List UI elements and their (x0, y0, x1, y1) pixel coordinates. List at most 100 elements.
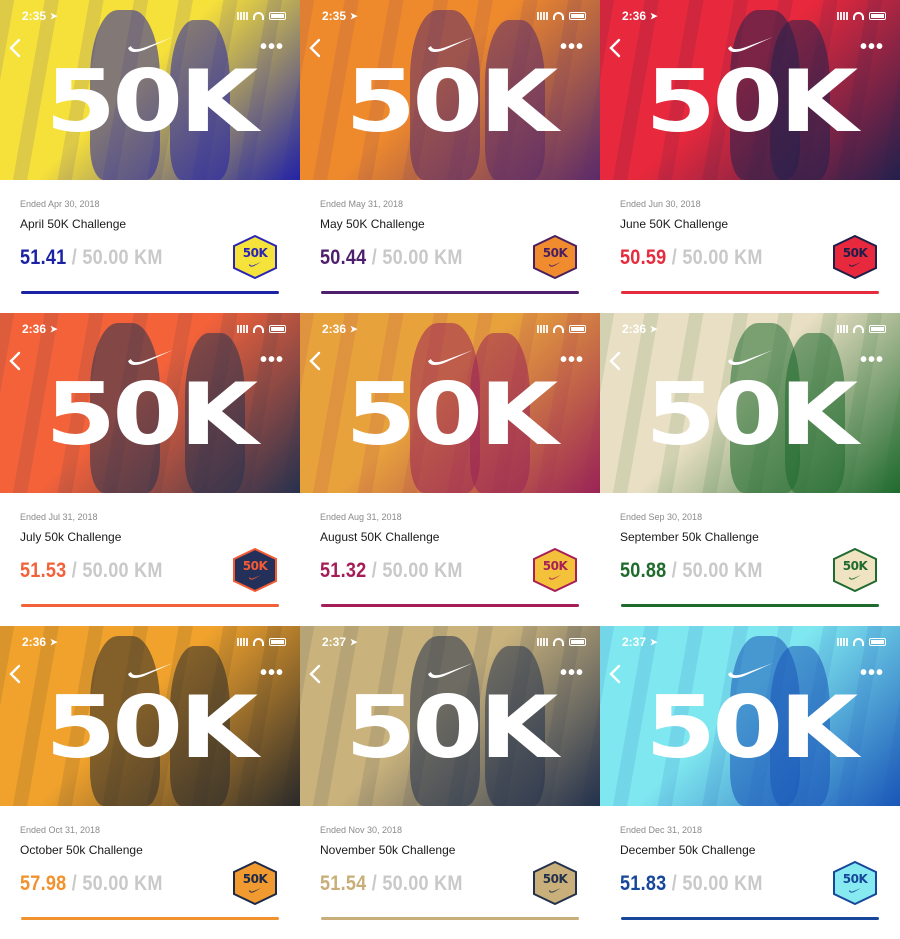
ended-date: Ended Nov 30, 2018 (320, 825, 403, 835)
challenge-card-may[interactable]: 2:35 ➤ ••• 50K Ended May 31, 2018 May 50… (300, 0, 600, 313)
badge-swoosh-icon (849, 575, 861, 580)
back-icon[interactable] (308, 350, 322, 372)
back-icon[interactable] (308, 663, 322, 685)
challenge-card-june[interactable]: 2:36 ➤ ••• 50K Ended Jun 30, 2018 June 5… (600, 0, 900, 313)
distance-goal: / 50.00 KM (366, 559, 463, 582)
distance-readout: 51.41 / 50.00 KM (20, 246, 163, 270)
status-time: 2:36 (622, 322, 647, 336)
challenge-card-october[interactable]: 2:36 ➤ ••• 50K Ended Oct 31, 2018 Octobe… (0, 626, 300, 939)
back-icon[interactable] (608, 663, 622, 685)
challenge-title: October 50k Challenge (20, 843, 143, 857)
more-options-icon[interactable]: ••• (560, 663, 584, 683)
challenge-info: Ended Sep 30, 2018 September 50k Challen… (620, 512, 880, 544)
hero-image: 2:36 ➤ ••• 50K (600, 313, 900, 493)
status-time: 2:36 (622, 9, 647, 23)
progress-bar (21, 291, 279, 294)
challenge-info: Ended Nov 30, 2018 November 50k Challeng… (320, 825, 580, 857)
challenge-badge-icon[interactable]: 50K (232, 860, 278, 906)
badge-swoosh-icon (249, 888, 261, 893)
hero-image: 2:36 ➤ ••• 50K (600, 0, 900, 180)
distance-value: 57.98 (20, 872, 67, 895)
challenge-badge-icon[interactable]: 50K (232, 234, 278, 280)
challenge-badge-icon[interactable]: 50K (532, 547, 578, 593)
progress-bar (321, 917, 579, 920)
challenge-card-july[interactable]: 2:36 ➤ ••• 50K Ended Jul 31, 2018 July 5… (0, 313, 300, 626)
hero-image: 2:35 ➤ ••• 50K (0, 0, 300, 180)
distance-goal: / 50.00 KM (66, 559, 163, 582)
nike-swoosh-icon (728, 37, 773, 53)
challenge-grid: 2:35 ➤ ••• 50K Ended Apr 30, 2018 April … (0, 0, 900, 939)
back-icon[interactable] (8, 663, 22, 685)
distance-goal: / 50.00 KM (66, 246, 163, 269)
challenge-card-december[interactable]: 2:37 ➤ ••• 50K Ended Dec 31, 2018 Decemb… (600, 626, 900, 939)
badge-swoosh-icon (849, 888, 861, 893)
hero-50k-title: 50K (45, 365, 258, 465)
more-options-icon[interactable]: ••• (560, 37, 584, 57)
nike-swoosh-icon (428, 37, 473, 53)
hero-50k-title: 50K (645, 678, 858, 778)
status-time: 2:35 (22, 9, 47, 23)
ended-date: Ended May 31, 2018 (320, 199, 404, 209)
back-icon[interactable] (308, 37, 322, 59)
badge-text: 50K (542, 872, 568, 886)
more-options-icon[interactable]: ••• (860, 350, 884, 370)
challenge-badge-icon[interactable]: 50K (232, 547, 278, 593)
challenge-info: Ended Oct 31, 2018 October 50k Challenge (20, 825, 280, 857)
status-bar: 2:37 ➤ (322, 635, 586, 649)
signal-icon (237, 325, 248, 333)
status-time: 2:37 (622, 635, 647, 649)
distance-readout: 51.32 / 50.00 KM (320, 559, 463, 583)
nike-swoosh-icon (428, 350, 473, 366)
battery-icon (269, 638, 286, 646)
distance-value: 51.41 (20, 246, 67, 269)
challenge-badge-icon[interactable]: 50K (832, 547, 878, 593)
wifi-icon (253, 638, 264, 646)
distance-goal: / 50.00 KM (366, 872, 463, 895)
challenge-badge-icon[interactable]: 50K (832, 860, 878, 906)
hero-image: 2:35 ➤ ••• 50K (300, 0, 600, 180)
hero-image: 2:36 ➤ ••• 50K (0, 313, 300, 493)
back-icon[interactable] (8, 37, 22, 59)
status-bar: 2:36 ➤ (22, 635, 286, 649)
battery-icon (869, 12, 886, 20)
challenge-card-april[interactable]: 2:35 ➤ ••• 50K Ended Apr 30, 2018 April … (0, 0, 300, 313)
battery-icon (869, 325, 886, 333)
challenge-card-november[interactable]: 2:37 ➤ ••• 50K Ended Nov 30, 2018 Novemb… (300, 626, 600, 939)
wifi-icon (253, 325, 264, 333)
badge-swoosh-icon (549, 888, 561, 893)
hero-50k-title: 50K (345, 52, 558, 152)
signal-icon (537, 325, 548, 333)
more-options-icon[interactable]: ••• (260, 37, 284, 57)
more-options-icon[interactable]: ••• (260, 350, 284, 370)
challenge-card-september[interactable]: 2:36 ➤ ••• 50K Ended Sep 30, 2018 Septem… (600, 313, 900, 626)
badge-text: 50K (242, 872, 268, 886)
back-icon[interactable] (8, 350, 22, 372)
more-options-icon[interactable]: ••• (860, 663, 884, 683)
challenge-badge-icon[interactable]: 50K (532, 860, 578, 906)
challenge-info: Ended Dec 31, 2018 December 50k Challeng… (620, 825, 880, 857)
status-bar: 2:36 ➤ (322, 322, 586, 336)
challenge-card-august[interactable]: 2:36 ➤ ••• 50K Ended Aug 31, 2018 August… (300, 313, 600, 626)
back-icon[interactable] (608, 37, 622, 59)
battery-icon (269, 12, 286, 20)
distance-readout: 50.44 / 50.00 KM (320, 246, 463, 270)
back-icon[interactable] (608, 350, 622, 372)
distance-readout: 50.88 / 50.00 KM (620, 559, 763, 583)
more-options-icon[interactable]: ••• (260, 663, 284, 683)
badge-swoosh-icon (849, 262, 861, 267)
challenge-title: September 50k Challenge (620, 530, 759, 544)
distance-goal: / 50.00 KM (666, 559, 763, 582)
battery-icon (569, 12, 586, 20)
distance-value: 50.88 (620, 559, 667, 582)
battery-icon (269, 325, 286, 333)
challenge-info: Ended Aug 31, 2018 August 50K Challenge (320, 512, 580, 544)
challenge-badge-icon[interactable]: 50K (832, 234, 878, 280)
distance-readout: 51.83 / 50.00 KM (620, 872, 763, 896)
distance-value: 50.59 (620, 246, 667, 269)
location-icon: ➤ (350, 10, 358, 21)
more-options-icon[interactable]: ••• (560, 350, 584, 370)
more-options-icon[interactable]: ••• (860, 37, 884, 57)
progress-bar (21, 604, 279, 607)
badge-text: 50K (242, 246, 268, 260)
challenge-badge-icon[interactable]: 50K (532, 234, 578, 280)
